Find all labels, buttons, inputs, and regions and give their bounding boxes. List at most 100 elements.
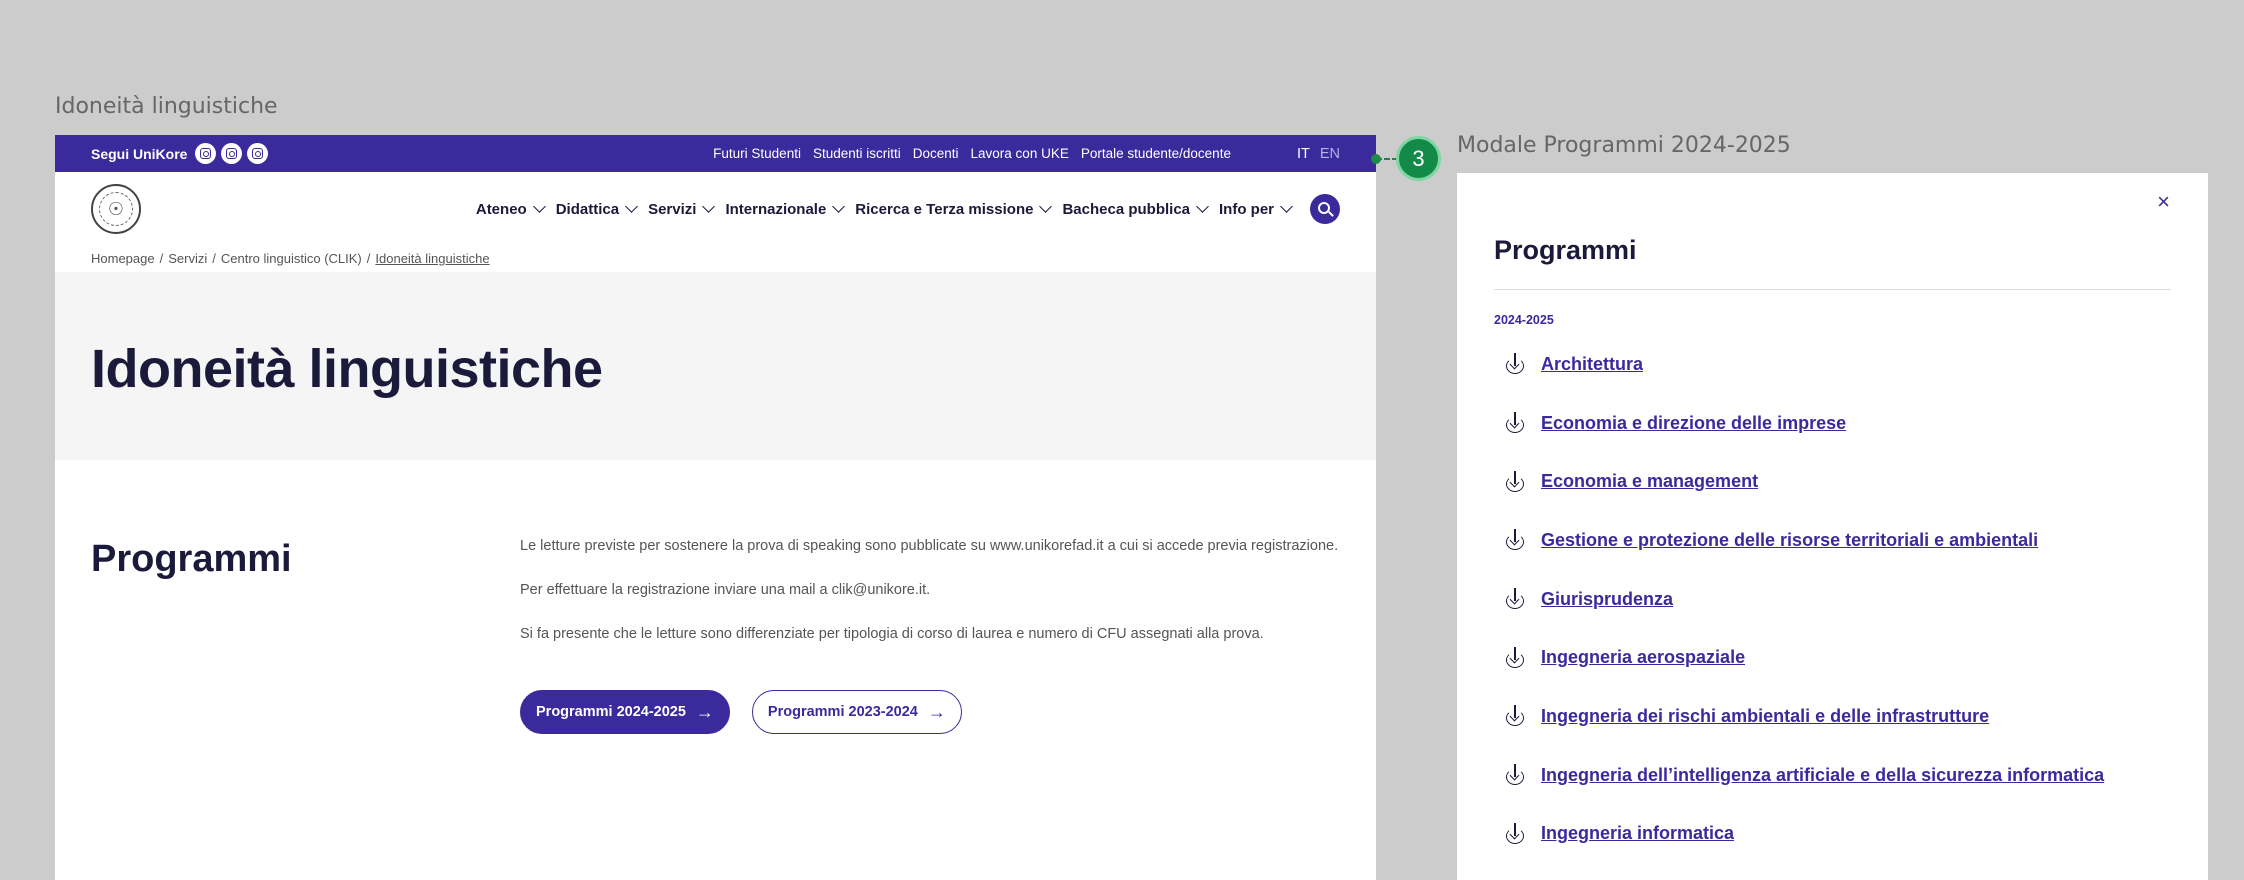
programmi-modal: × Programmi 2024-2025 Architettura Econo… (1457, 173, 2208, 880)
toplink-docenti[interactable]: Docenti (913, 146, 959, 161)
close-icon[interactable]: × (2157, 189, 2170, 215)
download-icon (1504, 412, 1526, 434)
nav-item-ateneo[interactable]: Ateneo (475, 200, 546, 218)
facebook-icon[interactable] (247, 143, 269, 164)
paragraph-letture: Le letture previste per sostenere la pro… (520, 538, 1339, 554)
nav-item-label: Internazionale (725, 200, 827, 218)
page-title: Idoneità linguistiche (91, 339, 603, 399)
chevron-down-icon (532, 200, 546, 213)
chevron-down-icon (832, 200, 846, 213)
step-badge: 3 (1396, 136, 1441, 181)
list-item[interactable]: Economia e management (1504, 452, 2104, 511)
linkedin-icon[interactable] (221, 143, 243, 164)
list-item[interactable]: Gestione e protezione delle risorse terr… (1504, 511, 2104, 570)
main-nav: ☉ Ateneo Didattica Servizi Internazional… (55, 172, 1376, 246)
nav-item-label: Didattica (555, 200, 620, 218)
download-icon (1504, 353, 1526, 375)
modal-title: Programmi (1494, 235, 1637, 265)
chevron-down-icon (1280, 200, 1293, 213)
button-label: Programmi 2024-2025 (536, 704, 686, 720)
frame-label-modal: Modale Programmi 2024-2025 (1457, 133, 1791, 158)
button-label: Programmi 2023-2024 (767, 704, 918, 720)
breadcrumb-separator: / (366, 251, 371, 266)
program-link[interactable]: Ingegneria dell’intelligenza artificiale… (1541, 765, 2104, 786)
arrow-right-icon: → (695, 702, 714, 722)
chevron-down-icon (702, 200, 716, 213)
list-item[interactable]: Architettura (1504, 335, 2104, 394)
page-frame: Segui UniKore Futuri Studenti Studenti i… (55, 135, 1376, 880)
top-bar: Segui UniKore Futuri Studenti Studenti i… (55, 135, 1376, 172)
nav-item-label: Ricerca e Terza missione (855, 200, 1034, 218)
list-item[interactable]: Economia e direzione delle imprese (1504, 394, 2104, 453)
nav-menu: Ateneo Didattica Servizi Internazionale … (475, 200, 1293, 218)
download-icon (1504, 470, 1526, 493)
list-item[interactable]: Ingegneria aerospaziale (1504, 628, 2104, 687)
toplink-portale[interactable]: Portale studente/docente (1081, 146, 1231, 161)
lang-it[interactable]: IT (1297, 146, 1310, 162)
program-link[interactable]: Ingegneria aerospaziale (1541, 647, 1745, 668)
toplink-studenti-iscritti[interactable]: Studenti iscritti (813, 146, 901, 161)
download-icon (1504, 705, 1526, 727)
program-link[interactable]: Economia e direzione delle imprese (1541, 413, 1846, 434)
breadcrumb-clik[interactable]: Centro linguistico (CLIK) (221, 251, 362, 266)
year-label: 2024-2025 (1494, 313, 1554, 327)
nav-item-label: Info per (1219, 200, 1274, 218)
breadcrumb-separator: / (159, 251, 164, 266)
arrow-right-icon: → (927, 702, 946, 722)
program-link[interactable]: Gestione e protezione delle risorse terr… (1541, 530, 2038, 551)
search-icon (1318, 202, 1330, 214)
program-link[interactable]: Ingegneria informatica (1541, 823, 1734, 844)
lang-en[interactable]: EN (1320, 146, 1340, 162)
download-icon (1504, 646, 1526, 669)
breadcrumb-homepage[interactable]: Homepage (91, 251, 155, 266)
hero-banner: Idoneità linguistiche (55, 272, 1376, 460)
paragraph-differenziate: Si fa presente che le letture sono diffe… (520, 626, 1264, 642)
nav-item-label: Bacheca pubblica (1062, 200, 1190, 218)
connector-dot (1371, 154, 1381, 164)
top-links: Futuri Studenti Studenti iscritti Docent… (713, 146, 1231, 161)
section-title: Programmi (91, 538, 292, 580)
social-links (195, 143, 269, 164)
download-icon (1504, 822, 1526, 845)
chevron-down-icon (1039, 200, 1053, 213)
instagram-icon[interactable] (195, 143, 217, 164)
frame-label-main: Idoneità linguistiche (55, 94, 278, 119)
paragraph-registrazione: Per effettuare la registrazione inviare … (520, 582, 931, 598)
breadcrumb: Homepage / Servizi / Centro linguistico … (91, 251, 490, 266)
nav-item-info-per[interactable]: Info per (1219, 200, 1293, 218)
breadcrumb-current[interactable]: Idoneità linguistiche (375, 251, 489, 266)
nav-item-label: Servizi (648, 200, 697, 218)
modal-divider (1494, 289, 2171, 290)
download-icon (1504, 588, 1526, 610)
programmi-2023-2024-button[interactable]: Programmi 2023-2024 → (751, 690, 962, 734)
nav-item-internazionale[interactable]: Internazionale (725, 200, 846, 218)
download-icon (1504, 529, 1526, 551)
list-item[interactable]: Ingegneria informatica (1504, 805, 2104, 864)
list-item[interactable]: Ingegneria dell’intelligenza artificiale… (1504, 746, 2104, 805)
chevron-down-icon (625, 200, 638, 213)
list-item[interactable]: Ingegneria dei rischi ambientali e delle… (1504, 687, 2104, 746)
program-link[interactable]: Economia e management (1541, 471, 1758, 492)
breadcrumb-separator: / (212, 251, 216, 266)
download-icon (1504, 764, 1526, 786)
program-link[interactable]: Giurisprudenza (1541, 589, 1673, 610)
chevron-down-icon (1196, 200, 1209, 213)
nav-item-label: Ateneo (475, 200, 527, 218)
search-button[interactable] (1310, 194, 1340, 224)
programmi-2024-2025-button[interactable]: Programmi 2024-2025 → (520, 690, 730, 734)
nav-item-servizi[interactable]: Servizi (648, 200, 716, 218)
logo-seal-icon: ☉ (99, 192, 133, 226)
nav-item-didattica[interactable]: Didattica (555, 200, 638, 218)
program-link[interactable]: Ingegneria dei rischi ambientali e delle… (1541, 706, 1989, 727)
nav-item-ricerca[interactable]: Ricerca e Terza missione (855, 200, 1053, 218)
toplink-lavora-con-uke[interactable]: Lavora con UKE (971, 146, 1069, 161)
toplink-futuri-studenti[interactable]: Futuri Studenti (713, 146, 801, 161)
program-list: Architettura Economia e direzione delle … (1504, 335, 2104, 863)
program-link[interactable]: Architettura (1541, 354, 1643, 375)
follow-label: Segui UniKore (91, 145, 188, 162)
university-logo[interactable]: ☉ (91, 184, 141, 234)
breadcrumb-servizi[interactable]: Servizi (168, 251, 207, 266)
section-body: Le letture previste per sostenere la pro… (520, 535, 1340, 667)
list-item[interactable]: Giurisprudenza (1504, 570, 2104, 629)
nav-item-bacheca[interactable]: Bacheca pubblica (1062, 200, 1209, 218)
